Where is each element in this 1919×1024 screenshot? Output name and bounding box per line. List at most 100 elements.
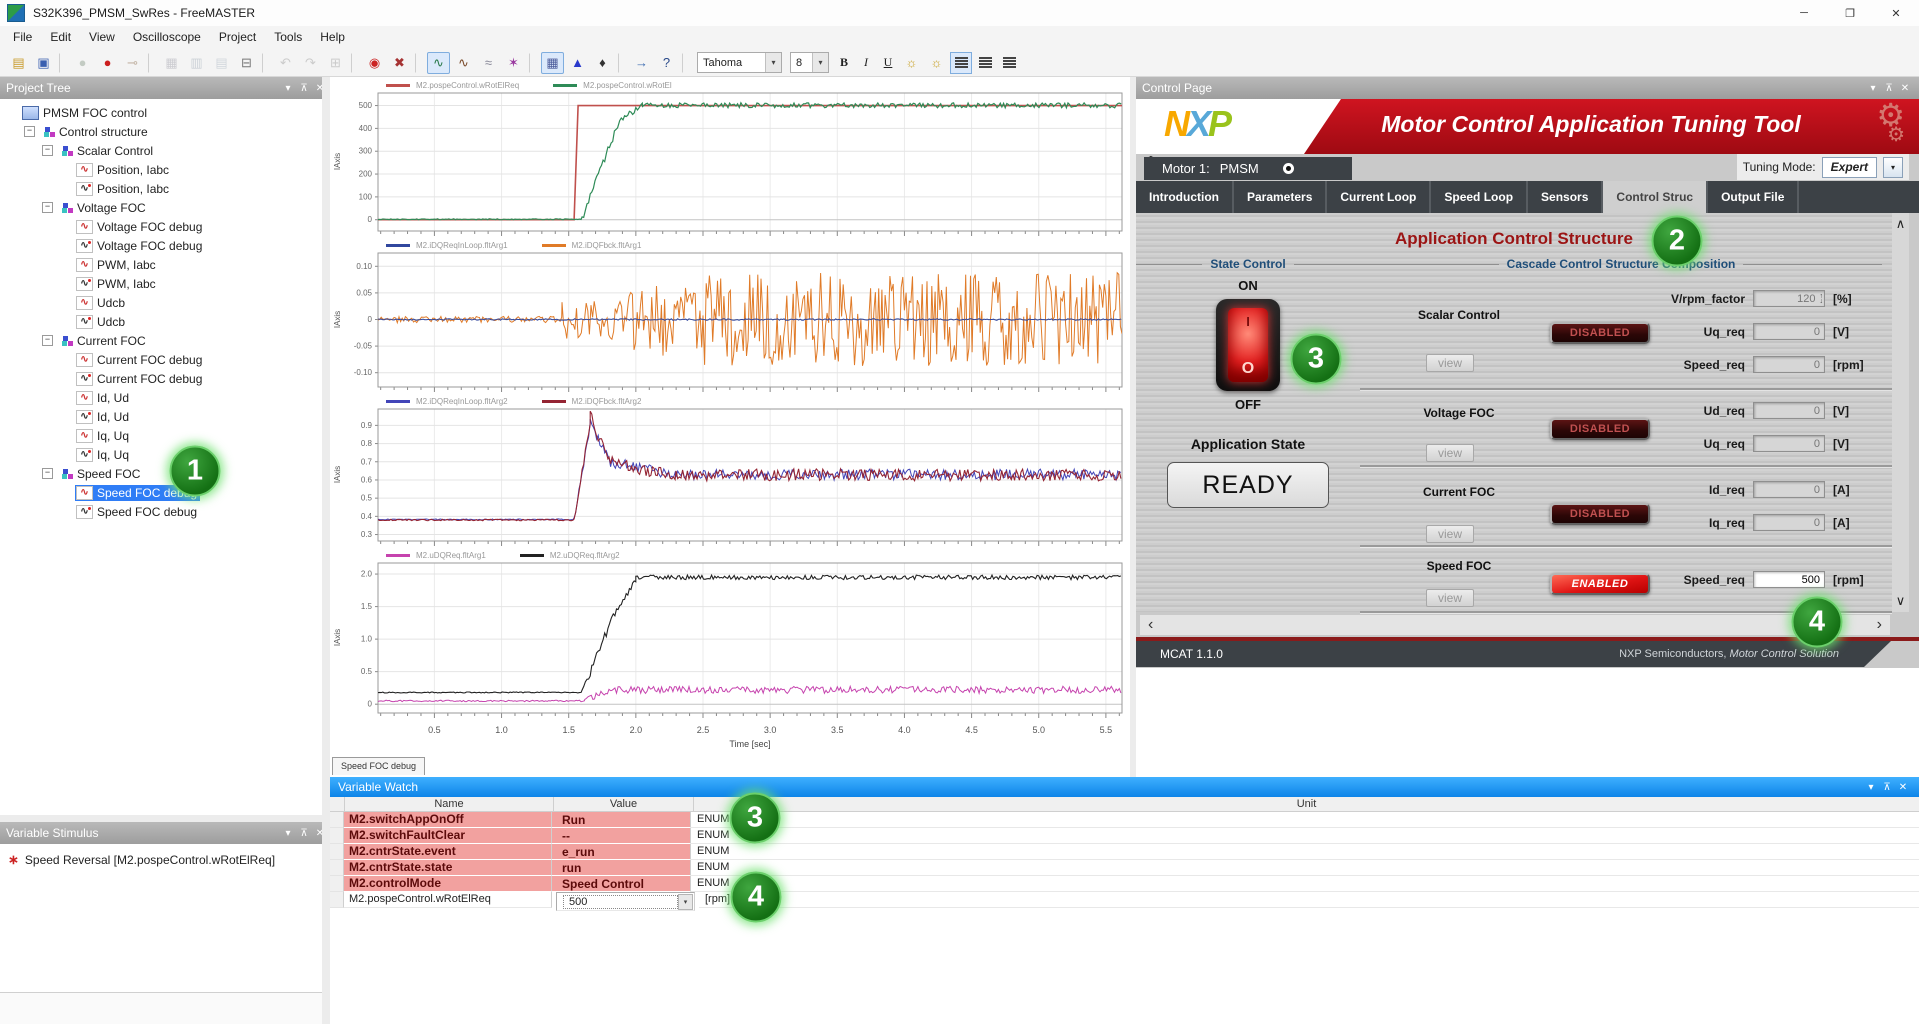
menu-item[interactable]: View — [80, 26, 124, 49]
tree-item[interactable]: ∿ Voltage FOC debug — [0, 217, 322, 236]
bold-button[interactable]: B — [834, 53, 854, 73]
section-status-button[interactable]: DISABLED — [1550, 322, 1650, 344]
copy-icon[interactable]: ▥ — [185, 52, 208, 74]
table-row[interactable]: M2.cntrState.event e_run ▾ ENUM — [330, 844, 1919, 860]
go-icon[interactable]: ● — [71, 52, 94, 74]
help-icon[interactable]: ? — [655, 52, 678, 74]
motor-radio-icon[interactable] — [1283, 163, 1294, 174]
new-rec-icon[interactable]: ∿ — [452, 52, 475, 74]
maximize-button[interactable]: ❐ — [1827, 0, 1873, 26]
tree-item[interactable]: − Control structure — [0, 122, 322, 141]
column-header-value[interactable]: Value — [554, 797, 694, 811]
tree-item[interactable]: ∿ Iq, Uq — [0, 426, 322, 445]
field-input[interactable]: 0 ↑↓ — [1753, 402, 1825, 419]
menu-item[interactable]: Help — [311, 26, 354, 49]
chart-subplot-3[interactable]: M2.iDQReqInLoop.fltArg2M2.iDQFbck.fltArg… — [330, 395, 1130, 549]
vertical-scrollbar[interactable]: ∧ ∨ — [1892, 213, 1909, 612]
open-project-icon[interactable]: ▤ — [7, 52, 30, 74]
tree-item[interactable]: ∿ Current FOC debug — [0, 350, 322, 369]
variable-value-cell[interactable]: -- ▾ — [552, 828, 691, 844]
scope-settings-icon[interactable]: ≈ — [477, 52, 500, 74]
variable-watch-grid-icon[interactable]: ▦ — [541, 52, 564, 74]
pin-icon[interactable]: ⊼ — [1879, 782, 1895, 793]
tree-item[interactable]: ∿ PWM, Iabc — [0, 255, 322, 274]
variable-value-cell[interactable]: run ▾ — [552, 860, 691, 876]
chart-subplot-4[interactable]: M2.uDQReq.fltArg1M2.uDQReq.fltArg22.01.5… — [330, 549, 1130, 721]
scroll-right-icon[interactable]: › — [1877, 616, 1882, 634]
section-status-button[interactable]: DISABLED — [1550, 503, 1650, 525]
field-input[interactable]: 0 ↑↓ — [1753, 481, 1825, 498]
view-button[interactable]: view — [1426, 444, 1474, 462]
menu-item[interactable]: File — [4, 26, 41, 49]
tree-expander-icon[interactable]: − — [42, 335, 53, 346]
tree-expander-icon[interactable]: − — [42, 145, 53, 156]
tab[interactable]: Output File — [1708, 181, 1799, 213]
menu-item[interactable]: Tools — [265, 26, 311, 49]
tree-item[interactable]: ∿ PWM, Iabc — [0, 274, 322, 293]
chevron-down-icon[interactable]: ▾ — [765, 53, 781, 72]
tree-item[interactable]: ∿ Udcb — [0, 312, 322, 331]
tree-item[interactable]: ∿ Current FOC debug — [0, 369, 322, 388]
tab[interactable]: Current Loop — [1327, 181, 1431, 213]
align-center-button[interactable] — [974, 52, 996, 74]
pin-up-icon[interactable]: ▲ — [566, 52, 589, 74]
clear-variable-icon[interactable]: ✖ — [388, 52, 411, 74]
minimize-button[interactable]: ─ — [1781, 0, 1827, 26]
field-input[interactable]: 0 ↑↓ — [1753, 323, 1825, 340]
chevron-down-icon[interactable]: ▾ — [280, 828, 296, 839]
chart-subplot-2[interactable]: M2.iDQReqInLoop.fltArg1M2.iDQFbck.fltArg… — [330, 239, 1130, 395]
section-status-button[interactable]: ENABLED — [1550, 573, 1650, 595]
variable-value-cell[interactable]: Run ▾ — [552, 812, 691, 828]
variable-value-cell[interactable]: e_run ▾ — [552, 844, 691, 860]
menu-item[interactable]: Project — [210, 26, 265, 49]
close-icon[interactable]: ✕ — [1895, 782, 1911, 793]
menu-item[interactable]: Oscilloscope — [124, 26, 210, 49]
tree-item[interactable]: − Current FOC — [0, 331, 322, 350]
underline-button[interactable]: U — [878, 53, 898, 73]
variable-value-cell[interactable]: Speed Control ▾ — [552, 876, 691, 892]
print-icon[interactable]: ⊟ — [235, 52, 258, 74]
tab[interactable]: Introduction — [1136, 181, 1234, 213]
chevron-down-icon[interactable]: ▾ — [1863, 782, 1879, 793]
vertical-splitter[interactable] — [322, 77, 330, 1024]
scroll-up-icon[interactable]: ∧ — [1896, 216, 1906, 232]
new-oscilloscope-icon[interactable]: ∿ — [427, 52, 450, 74]
pin-icon[interactable]: ⊼ — [296, 828, 312, 839]
spinner-icon[interactable]: ↑↓ — [1820, 294, 1825, 304]
tree-item[interactable]: ∿ Id, Ud — [0, 388, 322, 407]
insert-item-icon[interactable]: ⊞ — [324, 52, 347, 74]
tree-item[interactable]: − Scalar Control — [0, 141, 322, 160]
field-input[interactable]: 0 ↑↓ — [1753, 435, 1825, 452]
column-header-unit[interactable]: Unit — [694, 797, 1919, 811]
scroll-left-icon[interactable]: ‹ — [1148, 616, 1153, 634]
tab[interactable]: Speed Loop — [1431, 181, 1528, 213]
insert-symbol2-icon[interactable]: ☼ — [925, 52, 948, 74]
table-row[interactable]: M2.cntrState.state run ▾ ENUM — [330, 860, 1919, 876]
pin-icon[interactable]: ⊼ — [1881, 83, 1897, 94]
table-row[interactable]: M2.switchFaultClear -- ▾ ENUM — [330, 828, 1919, 844]
undo-icon[interactable]: ↶ — [274, 52, 297, 74]
tree-item[interactable]: ∿ Id, Ud — [0, 407, 322, 426]
table-row[interactable]: M2.controlMode Speed Control ▾ ENUM — [330, 876, 1919, 892]
on-off-switch[interactable]: I O — [1216, 299, 1280, 391]
oscilloscope-charts[interactable]: M2.pospeControl.wRotElReqM2.pospeControl… — [330, 79, 1130, 755]
tree-item[interactable]: ∿ Udcb — [0, 293, 322, 312]
tab[interactable]: Sensors — [1528, 181, 1603, 213]
field-input[interactable]: 0 ↑↓ — [1753, 514, 1825, 531]
column-header-name[interactable]: Name — [345, 797, 554, 811]
menu-item[interactable]: Edit — [41, 26, 80, 49]
target-board-icon[interactable]: ▦ — [160, 52, 183, 74]
font-size-select[interactable]: 8 ▾ — [790, 52, 829, 73]
view-button[interactable]: view — [1426, 589, 1474, 607]
chevron-down-icon[interactable]: ▾ — [280, 83, 296, 94]
view-button[interactable]: view — [1426, 354, 1474, 372]
field-input[interactable]: 0 ↑↓ — [1753, 356, 1825, 373]
stop-icon[interactable]: ● — [96, 52, 119, 74]
variable-value-cell[interactable]: 500 ▾ — [556, 892, 695, 911]
scroll-down-icon[interactable]: ∨ — [1896, 593, 1906, 609]
tree-expander-icon[interactable]: − — [24, 126, 35, 137]
connection-wizard-icon[interactable]: → — [630, 52, 653, 74]
font-family-select[interactable]: Tahoma ▾ — [697, 52, 782, 73]
view-button[interactable]: view — [1426, 525, 1474, 543]
tab[interactable]: Control Struc — [1603, 181, 1708, 213]
